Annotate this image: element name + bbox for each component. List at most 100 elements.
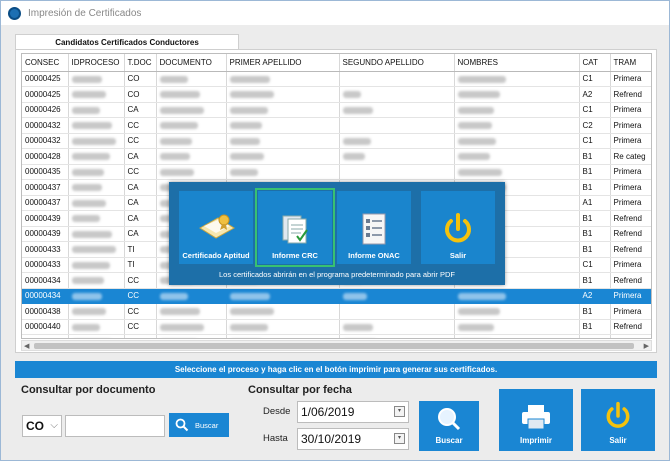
cell-idproceso	[68, 288, 125, 304]
table-row[interactable]: 00000432 CC C1 Primera	[22, 133, 651, 149]
cell-cat: A1	[579, 195, 611, 211]
cell-idproceso	[68, 257, 125, 273]
cell-tdoc: CC	[124, 133, 157, 149]
cell-consec: 00000435	[22, 164, 69, 180]
col-header-primer-apellido[interactable]: PRIMER APELLIDO	[226, 54, 340, 72]
cell-tram: Primera	[610, 195, 651, 211]
cell-cat: B1	[579, 164, 611, 180]
informe-crc-label: Informe CRC	[272, 251, 318, 260]
cell-tdoc: CC	[124, 164, 157, 180]
cell-documento	[156, 288, 227, 304]
calendar-icon[interactable]: ▾	[394, 406, 405, 417]
cell-tram: Re categ	[610, 148, 651, 165]
scrollbar-thumb[interactable]	[34, 343, 634, 349]
cell-cat: B1	[579, 303, 611, 320]
table-row[interactable]: 00000438 CC B1 Primera	[22, 303, 651, 320]
informe-onac-button[interactable]: Informe ONAC	[337, 191, 411, 264]
certificate-icon	[196, 211, 236, 247]
cell-segundo-apellido	[339, 86, 455, 103]
cell-consec: 00000432	[22, 117, 69, 134]
cell-cat: B1	[579, 210, 611, 227]
calendar-icon[interactable]: ▾	[394, 433, 405, 444]
to-date-picker[interactable]: 30/10/2019 ▾	[297, 428, 409, 450]
tab-candidatos[interactable]: Candidatos Certificados Conductores	[15, 34, 239, 50]
cell-nombres	[454, 148, 580, 165]
cell-primer-apellido	[226, 102, 340, 118]
col-header-tram[interactable]: TRAM	[610, 54, 651, 72]
cell-tram: Primera	[610, 164, 651, 180]
certificado-aptitud-button[interactable]: Certificado Aptitud	[179, 191, 253, 264]
cell-tram: Primera	[610, 334, 651, 338]
informe-onac-label: Informe ONAC	[348, 251, 400, 260]
cell-idproceso	[68, 226, 125, 242]
cell-nombres	[454, 334, 580, 338]
cell-tdoc: CA	[124, 195, 157, 211]
table-row[interactable]: 00000428 CA B1 Re categ	[22, 148, 651, 165]
app-icon	[8, 6, 21, 20]
cell-tdoc: CC	[124, 288, 157, 304]
table-row[interactable]: 00000435 CC B1 Primera	[22, 164, 651, 180]
col-header-tdoc[interactable]: T.DOC	[124, 54, 157, 72]
cell-primer-apellido	[226, 319, 340, 335]
chevron-down-icon[interactable]: ⌵	[50, 416, 58, 436]
overlay-exit-button[interactable]: Salir	[421, 191, 495, 264]
col-header-documento[interactable]: DOCUMENTO	[156, 54, 227, 72]
col-header-segundo-apellido[interactable]: SEGUNDO APELLIDO	[339, 54, 455, 72]
horizontal-scrollbar[interactable]: ◀ ▶	[21, 340, 652, 351]
from-date-picker[interactable]: 1/06/2019 ▾	[297, 401, 409, 423]
cell-tdoc: CC	[124, 117, 157, 134]
print-button[interactable]: Imprimir	[499, 389, 573, 451]
cell-segundo-apellido	[339, 288, 455, 304]
table-row[interactable]: 00000434 CC A2 Primera	[22, 288, 651, 304]
table-row[interactable]: 00000457 TI B1Primera	[22, 334, 651, 338]
cell-nombres	[454, 71, 580, 87]
cell-consec: 00000437	[22, 195, 69, 211]
cell-idproceso	[68, 195, 125, 211]
exit-label: Salir	[609, 436, 627, 445]
cell-tram: Primera	[610, 133, 651, 149]
cell-idproceso	[68, 86, 125, 103]
scroll-right-icon[interactable]: ▶	[644, 342, 649, 350]
exit-button[interactable]: Salir	[581, 389, 655, 451]
table-row[interactable]: 00000440 CC B1 Refrend	[22, 319, 651, 335]
cell-primer-apellido	[226, 71, 340, 87]
cell-tdoc: CO	[124, 86, 157, 103]
col-header-consec[interactable]: CONSEC	[22, 54, 69, 72]
cell-idproceso	[68, 272, 125, 289]
from-date-value: 1/06/2019	[301, 405, 355, 419]
search-date-button[interactable]: Buscar	[419, 401, 479, 451]
cell-segundo-apellido	[339, 334, 455, 338]
cell-documento	[156, 319, 227, 335]
to-label: Hasta	[263, 433, 288, 444]
cell-tram: Refrend	[610, 86, 651, 103]
cell-cat: B1	[579, 241, 611, 258]
table-row[interactable]: 00000425 CO A2 Refrend	[22, 86, 651, 103]
cell-primer-apellido	[226, 86, 340, 103]
informe-crc-button[interactable]: Informe CRC	[255, 188, 335, 267]
instruction-bar: Seleccione el proceso y haga clic en el …	[15, 361, 657, 378]
search-document-button[interactable]: Buscar	[169, 413, 229, 437]
cell-documento	[156, 117, 227, 134]
power-icon	[606, 401, 630, 428]
cell-consec: 00000434	[22, 272, 69, 289]
cell-primer-apellido	[226, 148, 340, 165]
cell-tdoc: CA	[124, 179, 157, 196]
col-header-idproceso[interactable]: IDPROCESO	[68, 54, 125, 72]
table-row[interactable]: 00000426 CA C1 Primera	[22, 102, 651, 118]
cell-segundo-apellido	[339, 133, 455, 149]
scroll-left-icon[interactable]: ◀	[24, 342, 29, 350]
cell-consec: 00000438	[22, 303, 69, 320]
cell-tdoc: CA	[124, 102, 157, 118]
cell-tram: Primera	[610, 179, 651, 196]
col-header-cat[interactable]: CAT	[579, 54, 611, 72]
table-row[interactable]: 00000432 CC C2 Primera	[22, 117, 651, 134]
col-header-nombres[interactable]: NOMBRES	[454, 54, 580, 72]
to-date-value: 30/10/2019	[301, 432, 362, 446]
cell-tram: Refrend	[610, 241, 651, 258]
cell-consec: 00000434	[22, 288, 69, 304]
cell-primer-apellido	[226, 133, 340, 149]
cell-cat: C2	[579, 117, 611, 134]
doc-type-select[interactable]: CO ⌵	[22, 415, 62, 437]
document-input[interactable]	[65, 415, 165, 437]
table-row[interactable]: 00000425 CO C1 Primera	[22, 71, 651, 87]
